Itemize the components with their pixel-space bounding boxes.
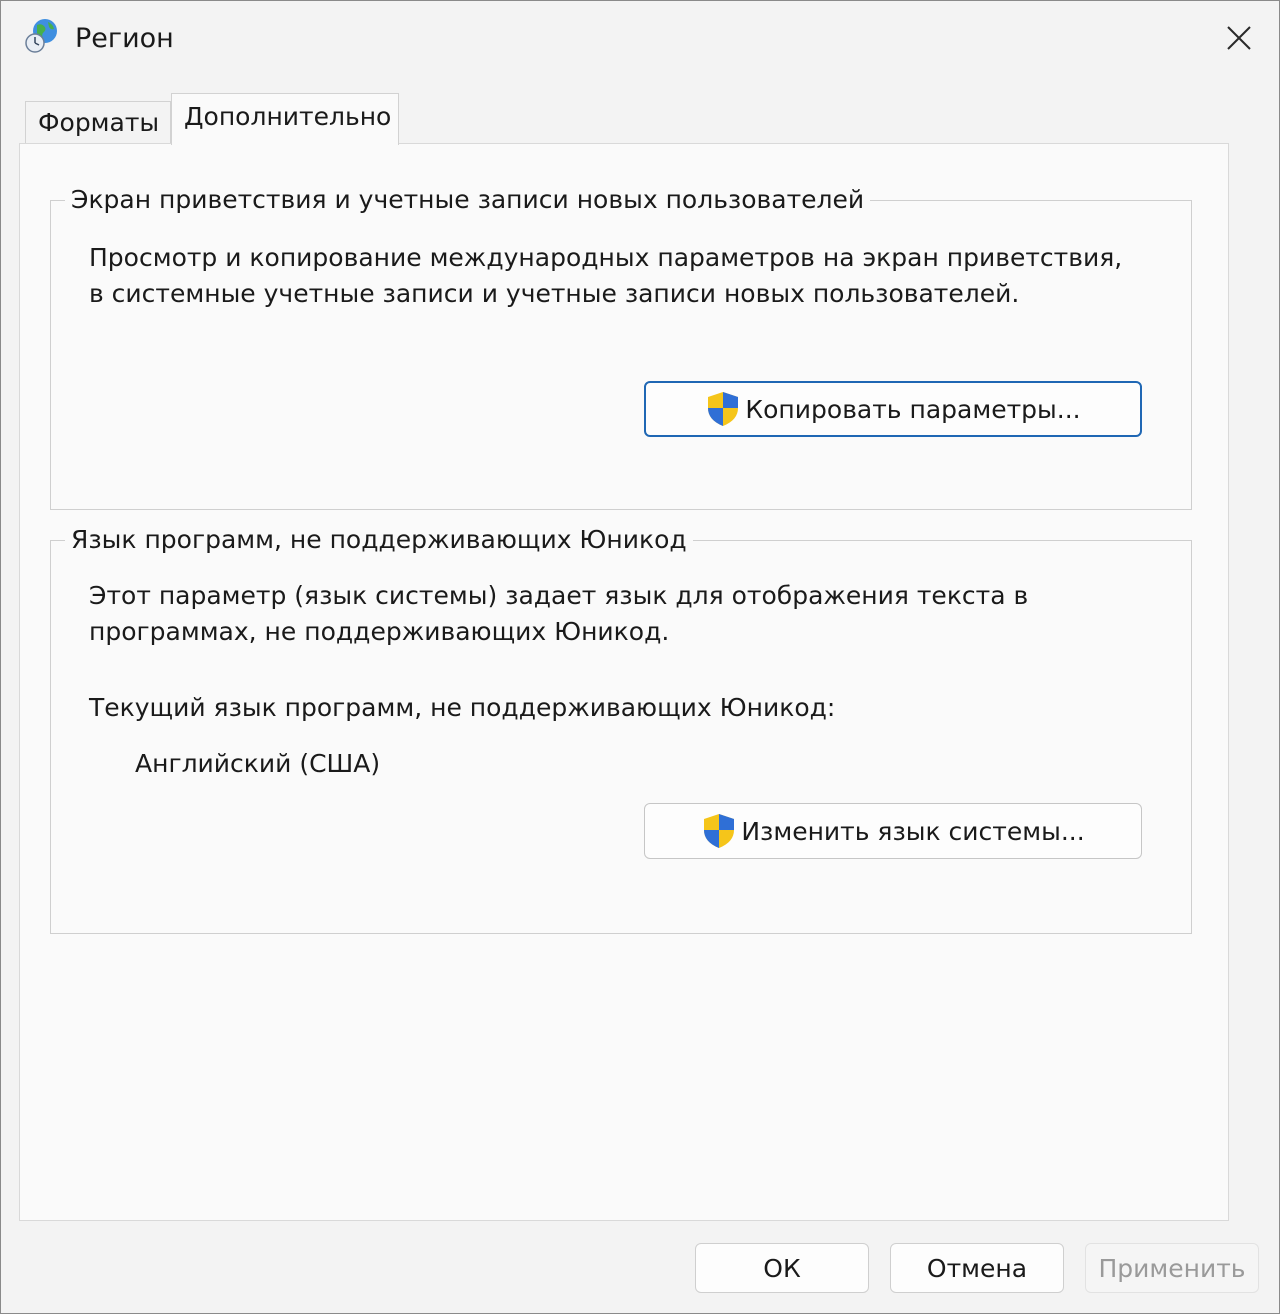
cancel-button[interactable]: Отмена (890, 1243, 1064, 1293)
current-language-value: Английский (США) (135, 749, 381, 778)
uac-shield-icon (708, 392, 739, 426)
welcome-screen-group: Экран приветствия и учетные записи новых… (50, 182, 1192, 510)
globe-clock-icon (25, 19, 57, 53)
welcome-group-legend: Экран приветствия и учетные записи новых… (65, 182, 871, 218)
welcome-description-line2: в системные учетные записи и учетные зап… (89, 279, 1020, 308)
ok-button[interactable]: ОК (695, 1243, 869, 1293)
close-button[interactable] (1199, 1, 1279, 75)
close-icon (1227, 26, 1251, 50)
unicode-description-line1: Этот параметр (язык системы) задает язык… (89, 581, 1029, 610)
apply-button[interactable]: Применить (1085, 1243, 1259, 1293)
unicode-description-line2: программах, не поддерживающих Юникод. (89, 617, 670, 646)
unicode-language-group: Язык программ, не поддерживающих Юникод … (50, 522, 1192, 934)
change-system-locale-label: Изменить язык системы... (741, 816, 1085, 846)
region-dialog: Регион Форматы Дополнительно Экран приве… (0, 0, 1280, 1314)
welcome-description-line1: Просмотр и копирование международных пар… (89, 243, 1123, 272)
tab-advanced[interactable]: Дополнительно (171, 93, 399, 145)
window-title: Регион (75, 23, 174, 54)
tab-panel-advanced: Экран приветствия и учетные записи новых… (19, 143, 1229, 1221)
tab-formats[interactable]: Форматы (25, 101, 171, 143)
current-language-label: Текущий язык программ, не поддерживающих… (89, 693, 836, 722)
unicode-group-legend: Язык программ, не поддерживающих Юникод (65, 522, 693, 558)
uac-shield-icon (704, 814, 735, 848)
copy-settings-label: Копировать параметры... (745, 394, 1081, 424)
copy-settings-button[interactable]: Копировать параметры... (644, 381, 1142, 437)
change-system-locale-button[interactable]: Изменить язык системы... (644, 803, 1142, 859)
title-bar: Регион (1, 1, 1279, 77)
